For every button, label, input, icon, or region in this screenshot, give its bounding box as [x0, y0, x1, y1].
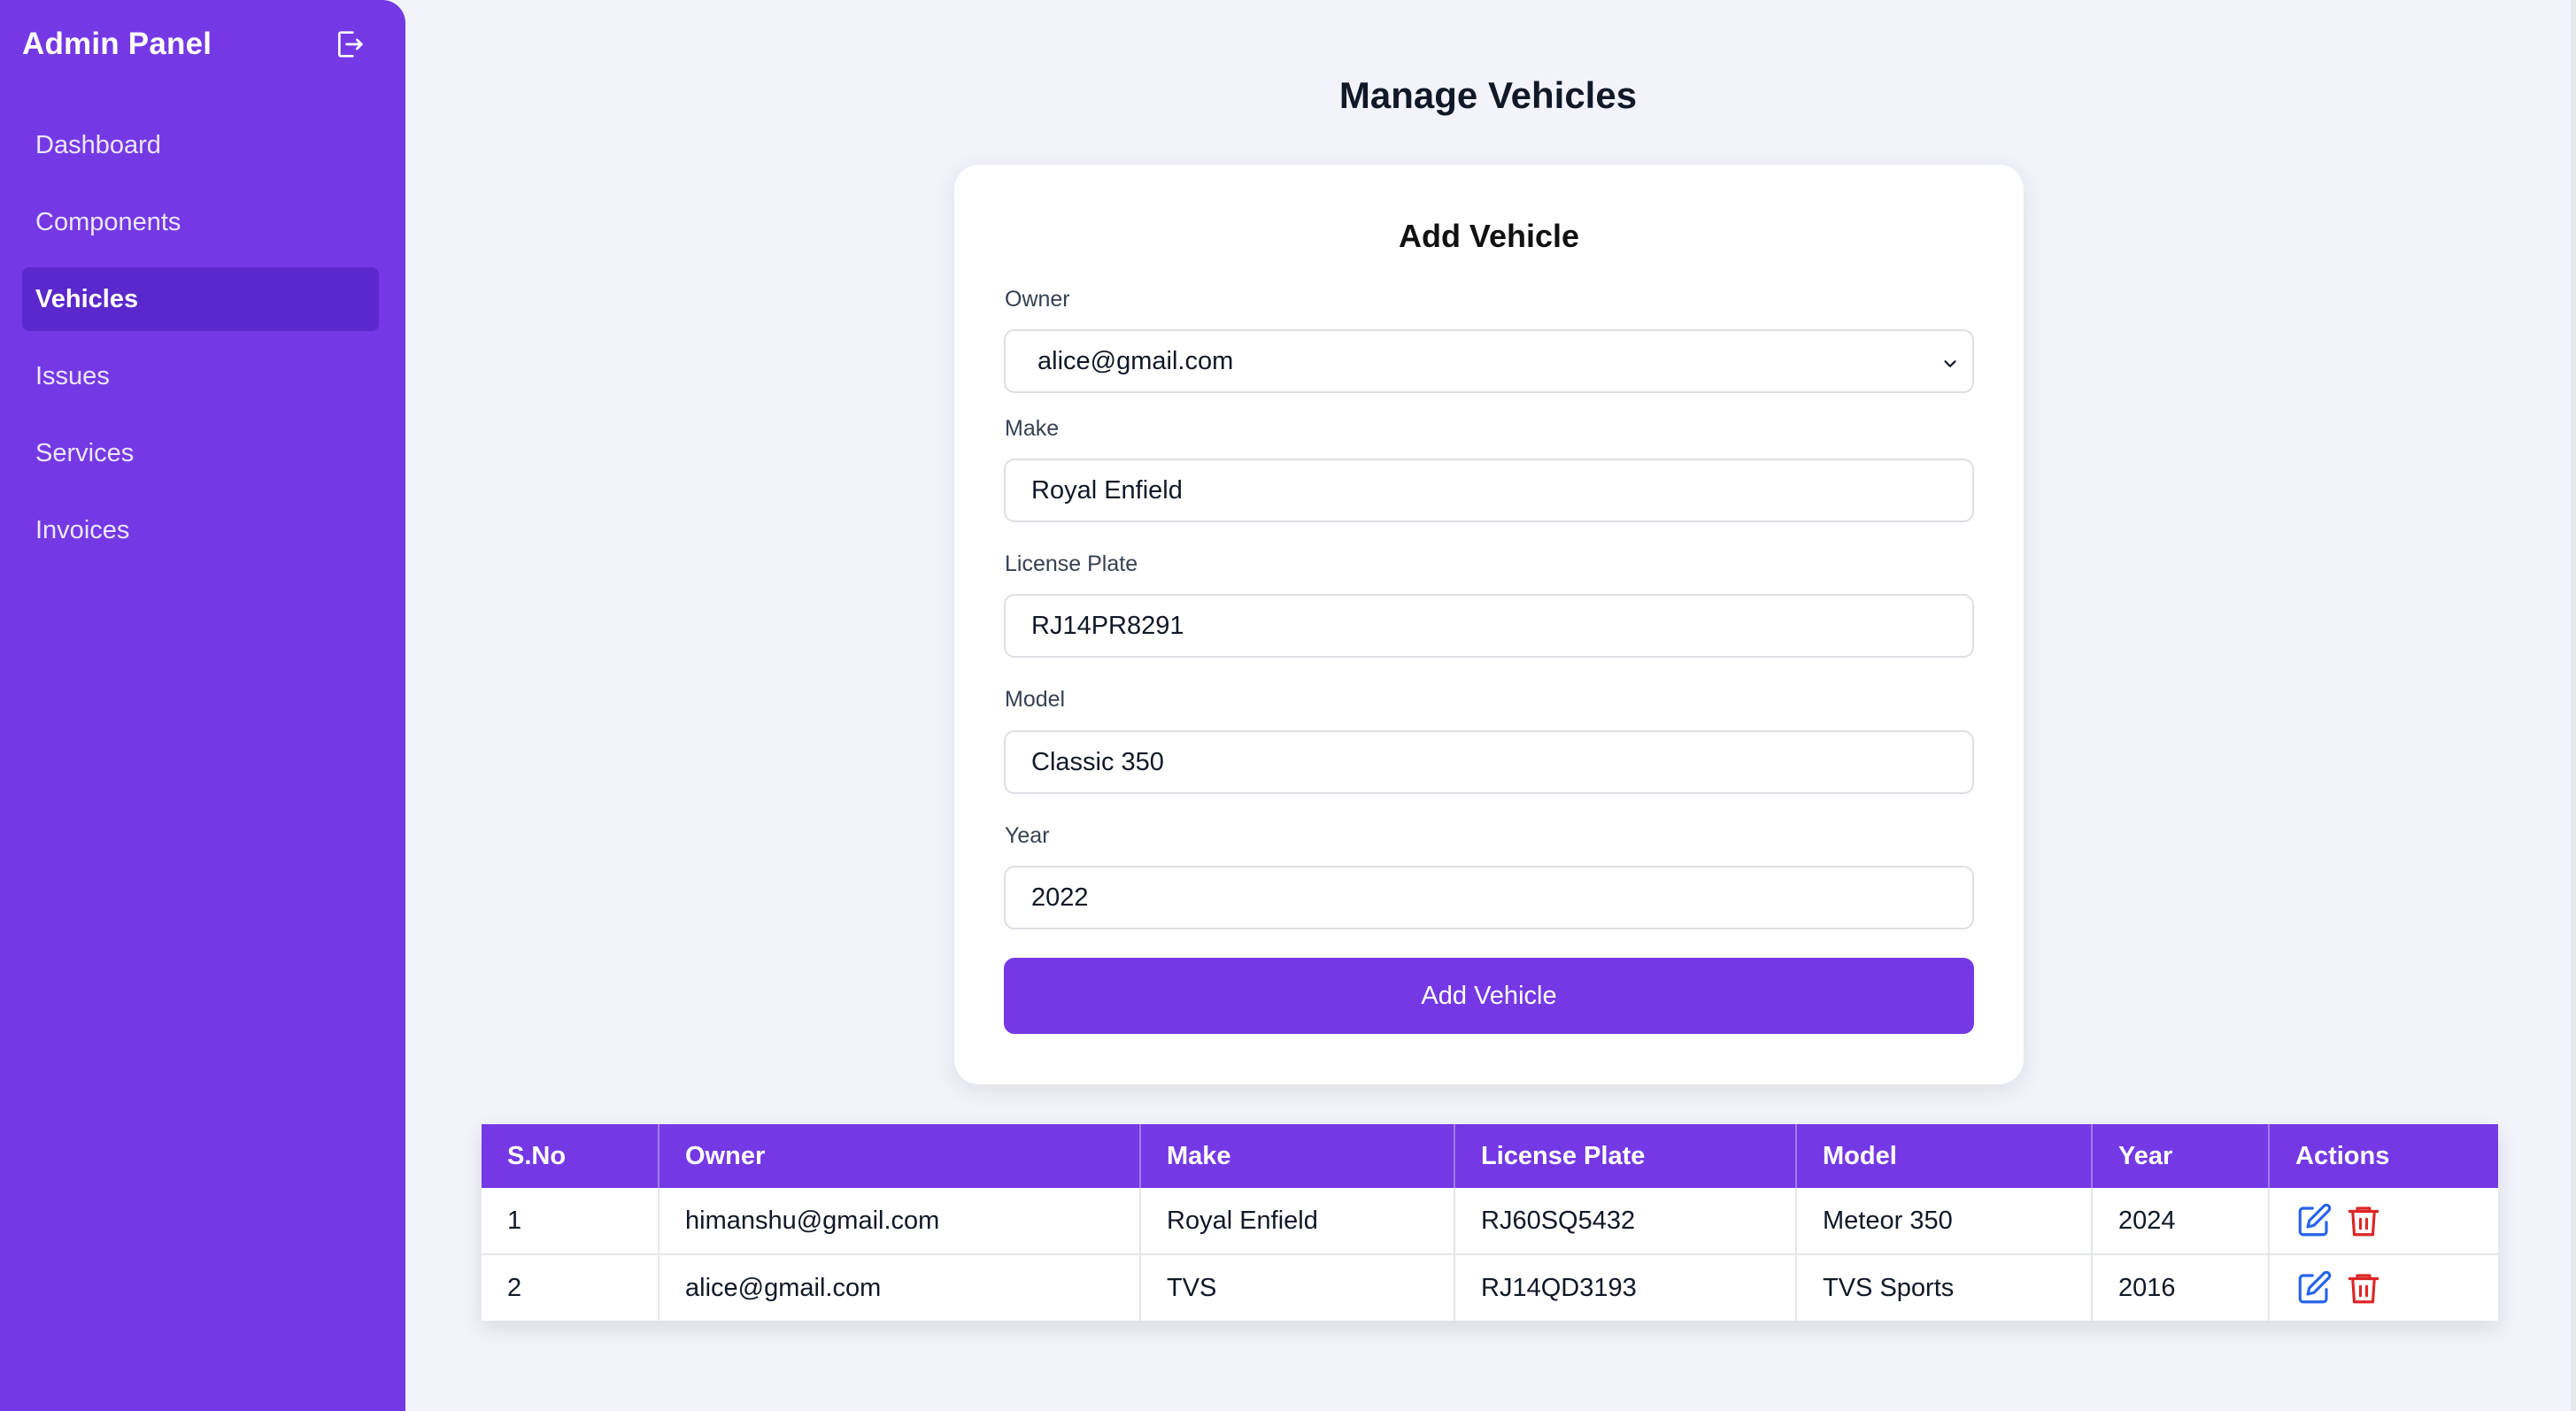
table-row: 2 alice@gmail.com TVS RJ14QD3193 TVS Spo…	[482, 1254, 2498, 1321]
edit-icon[interactable]	[2295, 1202, 2333, 1239]
header-actions: Actions	[2269, 1124, 2498, 1188]
model-input[interactable]: Classic 350	[1004, 730, 1974, 794]
sidebar-item-issues[interactable]: Issues	[22, 344, 379, 408]
header-sno: S.No	[482, 1124, 659, 1188]
model-label: Model	[1005, 687, 1066, 712]
cell-sno: 2	[482, 1254, 659, 1321]
sidebar-nav: Dashboard Components Vehicles Issues Ser…	[22, 113, 379, 575]
table-header-row: S.No Owner Make License Plate Model Year…	[482, 1124, 2498, 1188]
cell-owner: alice@gmail.com	[659, 1254, 1141, 1321]
header-year: Year	[2092, 1124, 2270, 1188]
year-input[interactable]: 2022	[1004, 866, 1974, 929]
cell-model: TVS Sports	[1796, 1254, 2093, 1321]
cell-year: 2016	[2092, 1254, 2270, 1321]
cell-owner: himanshu@gmail.com	[659, 1188, 1141, 1255]
brand-title: Admin Panel	[22, 27, 212, 61]
cell-license-plate: RJ60SQ5432	[1454, 1188, 1797, 1255]
add-vehicle-card: Add Vehicle Owner alice@gmail.com Make R…	[954, 165, 2024, 1084]
header-owner: Owner	[659, 1124, 1141, 1188]
header-make: Make	[1140, 1124, 1455, 1188]
cell-make: TVS	[1140, 1254, 1455, 1321]
page-title: Manage Vehicles	[1338, 74, 1638, 116]
cell-actions	[2269, 1254, 2498, 1321]
sidebar-item-invoices[interactable]: Invoices	[22, 498, 379, 562]
cell-license-plate: RJ14QD3193	[1454, 1254, 1797, 1321]
header-model: Model	[1796, 1124, 2093, 1188]
cell-sno: 1	[482, 1188, 659, 1255]
edit-icon[interactable]	[2295, 1269, 2333, 1307]
table-row: 1 himanshu@gmail.com Royal Enfield RJ60S…	[482, 1188, 2498, 1255]
license-plate-label: License Plate	[1005, 551, 1138, 576]
trash-icon[interactable]	[2345, 1269, 2382, 1307]
cell-year: 2024	[2092, 1188, 2270, 1255]
year-label: Year	[1005, 823, 1050, 848]
owner-select[interactable]: alice@gmail.com	[1004, 329, 1974, 393]
owner-label: Owner	[1005, 287, 1070, 312]
make-label: Make	[1005, 416, 1060, 441]
owner-select-value: alice@gmail.com	[1037, 346, 1234, 375]
sidebar: Admin Panel Dashboard Components Vehicle…	[0, 0, 405, 1411]
logout-icon[interactable]	[332, 27, 367, 62]
cell-make: Royal Enfield	[1140, 1188, 1455, 1255]
cell-model: Meteor 350	[1796, 1188, 2093, 1255]
add-vehicle-button[interactable]: Add Vehicle	[1004, 958, 1974, 1034]
sidebar-item-components[interactable]: Components	[22, 190, 379, 254]
window-edge	[2571, 0, 2576, 1411]
header-license-plate: License Plate	[1454, 1124, 1797, 1188]
sidebar-item-vehicles[interactable]: Vehicles	[22, 267, 379, 331]
trash-icon[interactable]	[2345, 1202, 2382, 1239]
cell-actions	[2269, 1188, 2498, 1255]
make-input[interactable]: Royal Enfield	[1004, 459, 1974, 522]
sidebar-item-dashboard[interactable]: Dashboard	[22, 113, 379, 177]
license-plate-input[interactable]: RJ14PR8291	[1004, 594, 1974, 658]
form-title: Add Vehicle	[1398, 218, 1580, 254]
sidebar-item-services[interactable]: Services	[22, 421, 379, 485]
chevron-down-icon	[1944, 360, 1956, 367]
vehicles-table: S.No Owner Make License Plate Model Year…	[482, 1124, 2498, 1321]
